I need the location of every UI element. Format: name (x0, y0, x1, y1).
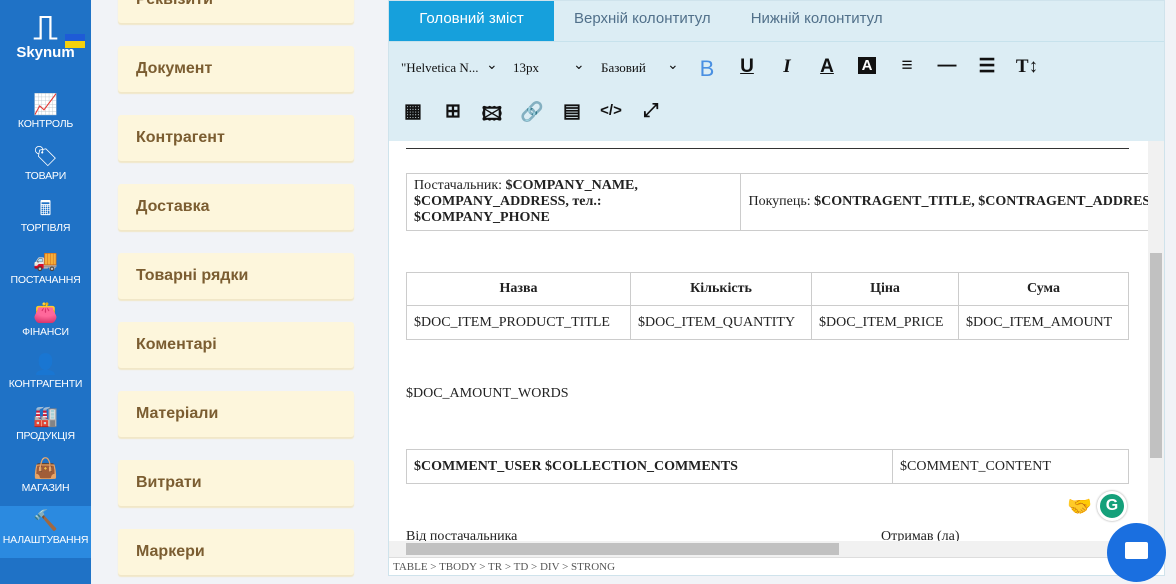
image-icon[interactable]: 🖾 (480, 100, 504, 132)
nav-item[interactable]: 👜 Магазин (0, 454, 91, 506)
nav-icon: 🏭 (33, 406, 58, 428)
section-card[interactable]: Доставка (118, 184, 354, 230)
editor-tabs: Головний зміст Верхній колонтитул Нижній… (389, 1, 1164, 41)
nav-icon: 🚚 (33, 250, 58, 272)
table-cell: $DOC_ITEM_PRODUCT_TITLE (406, 305, 631, 340)
template-editor: Головний зміст Верхній колонтитул Нижній… (388, 0, 1165, 576)
horizontal-scrollbar[interactable] (389, 541, 1164, 557)
ukraine-flag-icon (65, 34, 85, 48)
column-header: Назва (406, 272, 631, 306)
nav-item[interactable]: 📈 Контроль (0, 90, 91, 142)
section-card[interactable]: Товарні рядки (118, 253, 354, 299)
table-icon[interactable]: ⊞ (441, 100, 465, 123)
column-header: Ціна (811, 272, 959, 306)
section-card[interactable]: Коментарі (118, 322, 354, 368)
divider (406, 148, 1129, 149)
nav-icon: 🔨 (33, 510, 58, 532)
items-table: Назва Кількість Ціна Сума $DOC_ITEM_PRODUCT… (406, 272, 1129, 340)
tab-footer[interactable]: Нижній колонтитул (731, 1, 903, 41)
section-card[interactable]: Контрагент (118, 115, 354, 161)
nav-label: Контроль (17, 118, 74, 130)
section-card[interactable]: Реквізити (118, 0, 354, 23)
font-size-select[interactable]: 13px (513, 60, 539, 76)
nav-label: Налаштування (2, 534, 89, 546)
nav-label: Постачання (10, 274, 81, 286)
nav-icon: 👛 (33, 302, 58, 324)
nav-item[interactable]: 🔨 Налаштування (0, 506, 91, 558)
nav-icon: 🏷 (32, 146, 59, 168)
nav-icon: 👜 (33, 458, 58, 480)
section-card[interactable]: Документ (118, 46, 354, 92)
amount-words: $DOC_AMOUNT_WORDS (406, 386, 569, 401)
source-code-icon[interactable]: </> (599, 102, 623, 119)
from-supplier-label: Від постачальника (406, 529, 518, 541)
comments-table: $COMMENT_USER $COLLECTION_COMMENTS $COMM… (406, 449, 1129, 484)
scroll-thumb[interactable] (1150, 253, 1162, 458)
handshake-icon[interactable]: 🤝 (1067, 494, 1092, 519)
table-cell: $DOC_ITEM_AMOUNT (958, 305, 1129, 340)
align-center-icon[interactable]: ≡ (895, 55, 919, 77)
chevron-down-icon[interactable]: ⌄ (486, 57, 498, 74)
supplier-label: Постачальник: (414, 178, 506, 193)
table-cell: $DOC_ITEM_QUANTITY (630, 305, 812, 340)
nav-item[interactable]: 🖩 Торгівля (0, 194, 91, 246)
background-color-icon[interactable]: A (858, 57, 876, 74)
nav-item[interactable]: 🏭 Продукція (0, 402, 91, 454)
font-color-icon[interactable]: A (815, 56, 839, 78)
chat-button[interactable] (1107, 523, 1166, 582)
vertical-scrollbar[interactable] (1148, 141, 1164, 541)
toolbar: "Helvetica N... ⌄ 13px ⌄ Базовий ⌄ B U I… (389, 41, 1164, 141)
section-card[interactable]: Витрати (118, 460, 354, 506)
column-header: Кількість (630, 272, 812, 306)
chevron-down-icon[interactable]: ⌄ (573, 57, 585, 74)
buyer-value: $CONTRAGENT_TITLE, $CONTRAGENT_ADDRESS (814, 194, 1148, 209)
table-cell: $DOC_ITEM_PRICE (811, 305, 959, 340)
element-path: TABLE > TBODY > TR > TD > DIV > STRONG (389, 557, 1164, 576)
sidebar: ⎍ Skynum 📈 Контроль 🏷 Товари 🖩 Торгівля 🚚 Поста… (0, 0, 91, 584)
fullscreen-icon[interactable]: ⤢ (639, 100, 663, 122)
buyer-label: Покупець: (748, 194, 815, 209)
received-label: Отримав (ла) (881, 529, 960, 541)
tab-main-content[interactable]: Головний зміст (389, 1, 554, 41)
nav-item[interactable]: 🚚 Постачання (0, 246, 91, 298)
nav-icon: 🖩 (39, 198, 52, 220)
nav-icon: 📈 (33, 94, 58, 116)
tab-header[interactable]: Верхній колонтитул (554, 1, 731, 41)
nav-label: Контрагенти (8, 378, 83, 390)
text-height-icon[interactable]: T↕ (1015, 56, 1039, 78)
nav-item[interactable]: 👛 Фінанси (0, 298, 91, 350)
italic-icon[interactable]: I (775, 56, 799, 78)
nav-label: Магазин (21, 482, 70, 494)
nav-item[interactable]: 🏷 Товари (0, 142, 91, 194)
link-icon[interactable]: 🔗 (520, 100, 544, 124)
scroll-thumb[interactable] (406, 543, 839, 555)
nav-label: Товари (24, 170, 67, 182)
nav-label: Торгівля (20, 222, 71, 234)
horizontal-rule-icon[interactable]: — (935, 55, 959, 77)
bold-icon[interactable]: B (695, 56, 719, 82)
chevron-down-icon[interactable]: ⌄ (667, 57, 679, 74)
parties-table: Постачальник: $COMPANY_NAME, $COMPANY_AD… (405, 173, 1148, 231)
table-cell: $COMMENT_USER $COLLECTION_COMMENTS (406, 449, 893, 484)
grid-icon[interactable]: ▦ (401, 100, 425, 123)
font-family-select[interactable]: "Helvetica N... (401, 60, 479, 76)
block-style-select[interactable]: Базовий (601, 60, 646, 76)
editor-content[interactable]: Постачальник: $COMPANY_NAME, $COMPANY_AD… (389, 141, 1148, 541)
ordered-list-icon[interactable]: ☰ (975, 55, 999, 78)
nav-label: Продукція (16, 430, 75, 442)
nav-icon: 👤 (33, 354, 58, 376)
column-header: Сума (958, 272, 1129, 306)
nav-item[interactable]: 👤 Контрагенти (0, 350, 91, 402)
underline-icon[interactable]: U (735, 56, 759, 78)
nav-label: Фінанси (22, 326, 69, 338)
section-card[interactable]: Матеріали (118, 391, 354, 437)
table-cell: $COMMENT_CONTENT (892, 449, 1129, 484)
section-card[interactable]: Маркери (118, 529, 354, 575)
block-icon[interactable]: ▤ (560, 100, 584, 123)
grammarly-icon[interactable]: G (1097, 491, 1127, 521)
